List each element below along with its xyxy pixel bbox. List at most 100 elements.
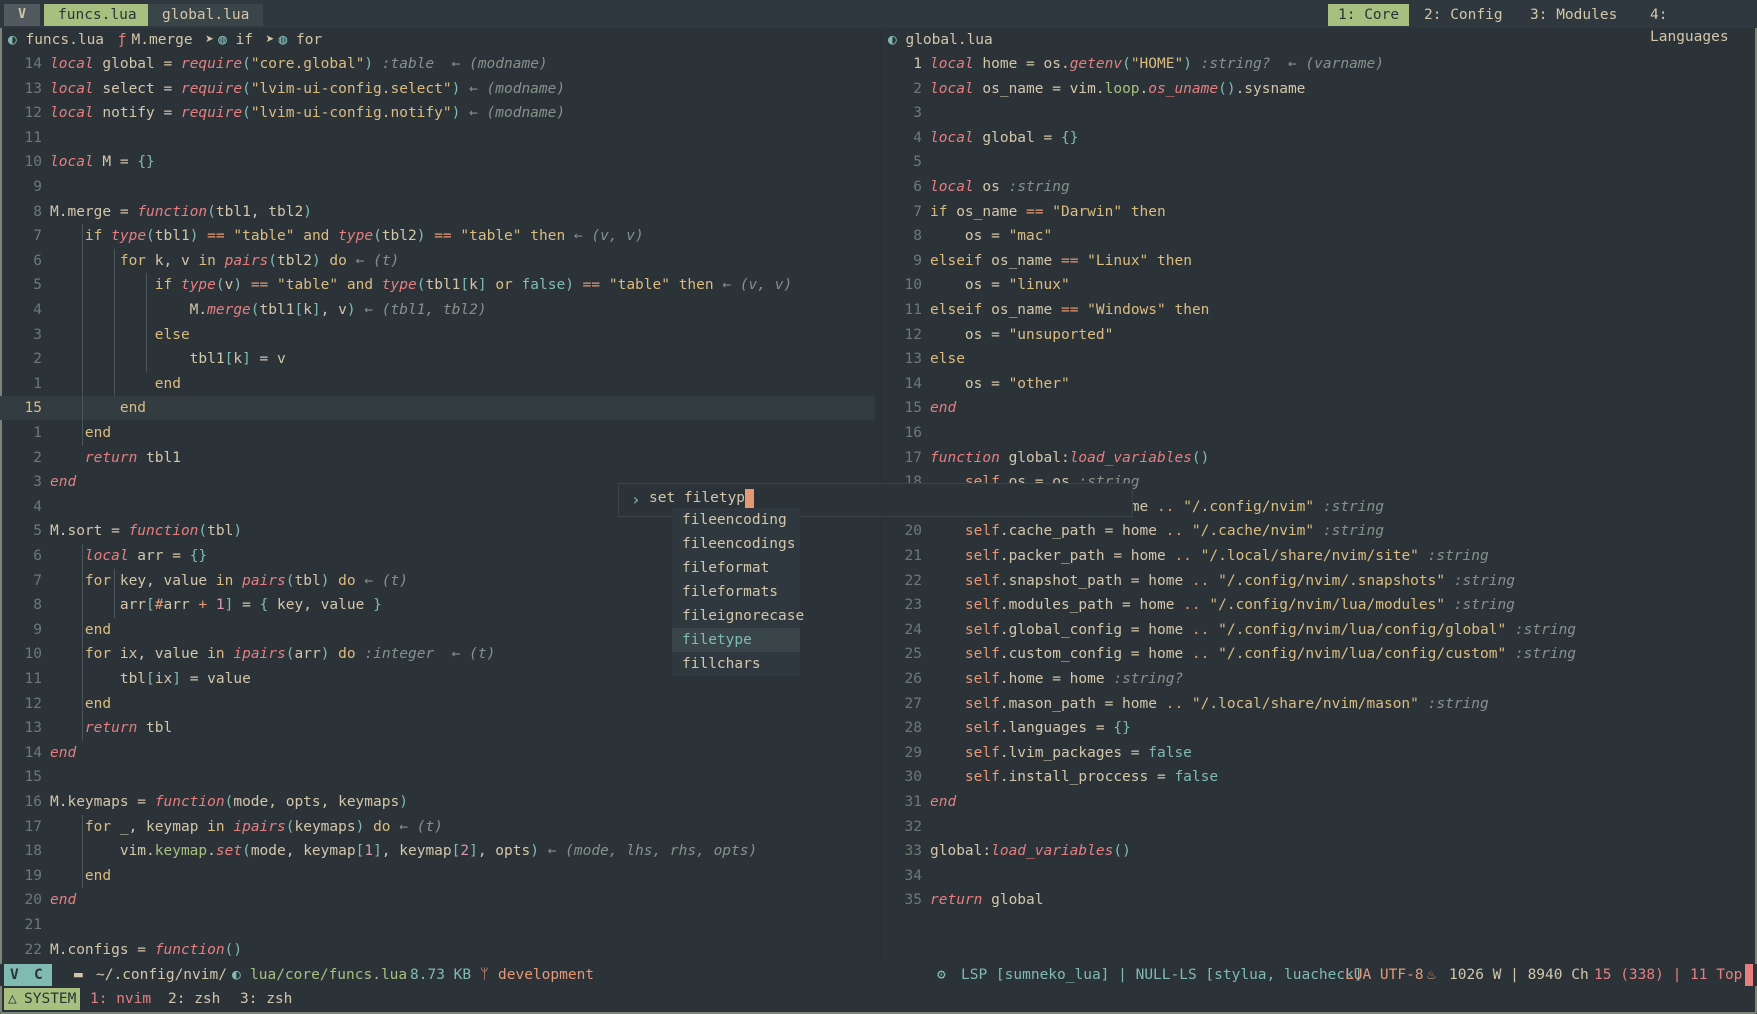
code-line[interactable]: 15 end xyxy=(0,396,875,421)
cmdline-input[interactable]: set filetype xyxy=(649,490,754,506)
line-number: 3 xyxy=(33,326,42,343)
breadcrumb-merge[interactable]: M.merge xyxy=(132,32,193,48)
code-line[interactable]: 5 if type(v) == "table" and type(tbl1[k]… xyxy=(0,273,875,297)
code-line[interactable]: 11 elseif os_name == "Windows" then xyxy=(884,298,1757,322)
line-number: 22 xyxy=(24,941,42,958)
code-line[interactable]: 2 local os_name = vim.loop.os_uname().sys… xyxy=(884,77,1757,101)
code-line[interactable]: 12 local notify = require("lvim-ui-config… xyxy=(0,101,875,125)
code-line[interactable]: 12 os = "unsuported" xyxy=(884,323,1757,347)
code-line[interactable]: 2 tbl1[k] = v xyxy=(0,347,875,371)
code-line[interactable]: 10 os = "linux" xyxy=(884,273,1757,297)
code-line[interactable]: 16 M.keymaps = function(mode, opts, keyma… xyxy=(0,790,875,814)
code-text: end xyxy=(84,425,112,441)
tab-global-lua[interactable]: global.lua xyxy=(148,4,264,26)
right-winbar: ◐ global.lua xyxy=(888,30,993,50)
code-line[interactable]: 1 end xyxy=(0,372,875,396)
code-line[interactable]: 15 end xyxy=(884,396,1757,420)
code-line[interactable]: 1 local home = os.getenv("HOME") :string?… xyxy=(884,52,1757,76)
code-line[interactable]: 4 local global = {} xyxy=(884,126,1757,150)
lua-file-icon: ◐ xyxy=(888,32,897,48)
code-text: self.custom_config = home .. "/.config/n… xyxy=(964,646,1577,663)
completion-item-fileencoding[interactable]: fileencoding xyxy=(682,508,787,532)
code-line[interactable]: 18 vim.keymap.set(mode, keymap[1], keyma… xyxy=(0,839,875,863)
code-line[interactable]: 33 global:load_variables() xyxy=(884,839,1757,863)
code-line[interactable]: 20 end xyxy=(0,888,875,912)
code-line[interactable]: 21 xyxy=(0,913,875,937)
completion-item-filetype[interactable]: filetype xyxy=(672,628,800,652)
completion-item-fillchars[interactable]: fillchars xyxy=(682,652,761,676)
code-line[interactable]: 34 xyxy=(884,864,1757,888)
workspace-languages[interactable]: 4: Languages xyxy=(1640,4,1757,45)
breadcrumb-for[interactable]: for xyxy=(296,32,322,48)
code-line[interactable]: 13 else xyxy=(884,347,1757,371)
code-line[interactable]: 21 self.packer_path = home .. "/.local/s… xyxy=(884,544,1757,568)
code-line[interactable]: 7 if type(tbl1) == "table" and type(tbl2… xyxy=(0,224,875,248)
code-line[interactable]: 30 self.install_proccess = false xyxy=(884,765,1757,789)
code-text: os = "other" xyxy=(930,375,1070,392)
code-line[interactable]: 32 xyxy=(884,815,1757,839)
code-line[interactable]: 7 if os_name == "Darwin" then xyxy=(884,200,1757,224)
code-text: M.keymaps = function(mode, opts, keymaps… xyxy=(50,794,408,810)
code-line[interactable]: 27 self.mason_path = home .. "/.local/sh… xyxy=(884,692,1757,716)
code-line[interactable]: 13 return tbl xyxy=(0,716,875,740)
code-line[interactable]: 14 local global = require("core.global") … xyxy=(0,52,875,76)
code-text: self.home = home :string? xyxy=(964,671,1184,687)
code-line[interactable]: 1 end xyxy=(0,421,875,445)
code-line[interactable]: 9 elseif os_name == "Linux" then xyxy=(884,249,1757,273)
completion-item-fileformats[interactable]: fileformats xyxy=(682,580,778,604)
code-line[interactable]: 15 xyxy=(0,765,875,789)
code-line[interactable]: 22 M.configs = function() xyxy=(0,938,875,962)
code-line[interactable]: 13 local select = require("lvim-ui-config… xyxy=(0,77,875,101)
code-line[interactable]: 6 for k, v in pairs(tbl2) do ← (t) xyxy=(0,249,875,273)
code-line[interactable]: 22 self.snapshot_path = home .. "/.confi… xyxy=(884,569,1757,593)
code-line[interactable]: 25 self.custom_config = home .. "/.confi… xyxy=(884,642,1757,666)
code-line[interactable]: 8 M.merge = function(tbl1, tbl2) xyxy=(0,200,875,224)
line-number: 19 xyxy=(24,867,42,884)
code-line[interactable]: 11 xyxy=(0,126,875,150)
code-line[interactable]: 16 xyxy=(884,421,1757,445)
code-line[interactable]: 17 function global:load_variables() xyxy=(884,446,1757,470)
line-number: 13 xyxy=(904,351,922,368)
code-line[interactable]: 6 local os :string xyxy=(884,175,1757,199)
line-number: 20 xyxy=(904,523,922,540)
line-number: 2 xyxy=(33,449,42,466)
code-line[interactable]: 9 xyxy=(0,175,875,199)
code-text: function global:load_variables() xyxy=(930,449,1210,466)
code-line[interactable]: 19 end xyxy=(0,864,875,888)
code-line[interactable]: 17 for _, keymap in ipairs(keymaps) do ←… xyxy=(0,815,875,839)
tmux-window-nvim[interactable]: 1: nvim xyxy=(90,988,151,1010)
tmux-window-zsh-1[interactable]: 2: zsh xyxy=(168,988,220,1010)
breadcrumb-if[interactable]: if xyxy=(236,32,253,48)
code-line[interactable]: 4 M.merge(tbl1[k], v) ← (tbl1, tbl2) xyxy=(0,298,875,322)
code-line[interactable]: 31 end xyxy=(884,790,1757,814)
code-line[interactable]: 23 self.modules_path = home .. "/.config… xyxy=(884,593,1757,617)
tmux-window-zsh-2[interactable]: 3: zsh xyxy=(240,988,292,1010)
line-number: 8 xyxy=(33,203,42,220)
workspace-core[interactable]: 1: Core xyxy=(1328,4,1410,26)
code-line[interactable]: 3 xyxy=(884,101,1757,125)
code-line[interactable]: 28 self.languages = {} xyxy=(884,716,1757,740)
tmux-session: △ SYSTEM xyxy=(4,988,80,1010)
code-line[interactable]: 14 end xyxy=(0,741,875,765)
code-line[interactable]: 20 self.cache_path = home .. "/.cache/nv… xyxy=(884,519,1757,543)
completion-item-fileformat[interactable]: fileformat xyxy=(682,556,769,580)
code-line[interactable]: 14 os = "other" xyxy=(884,372,1757,396)
completion-item-fileignorecase[interactable]: fileignorecase xyxy=(682,604,804,628)
completion-menu[interactable]: fileencoding fileencodings fileformat filef… xyxy=(672,508,804,676)
code-line[interactable]: 8 os = "mac" xyxy=(884,224,1757,248)
workspace-modules[interactable]: 3: Modules xyxy=(1520,4,1627,26)
code-line[interactable]: 5 xyxy=(884,150,1757,174)
code-line[interactable]: 3 else xyxy=(0,323,875,347)
code-line[interactable]: 10 local M = {} xyxy=(0,150,875,174)
chevron-right-icon: ➤ xyxy=(205,32,215,48)
code-line[interactable]: 35 return global xyxy=(884,888,1757,912)
tab-funcs-lua[interactable]: funcs.lua xyxy=(44,4,151,26)
workspace-config[interactable]: 2: Config xyxy=(1414,4,1513,26)
completion-item-fileencodings[interactable]: fileencodings xyxy=(682,532,796,556)
word-count: 1026 W | 8940 Ch xyxy=(1449,967,1589,983)
code-line[interactable]: 26 self.home = home :string? xyxy=(884,667,1757,691)
code-line[interactable]: 24 self.global_config = home .. "/.confi… xyxy=(884,618,1757,642)
code-line[interactable]: 2 return tbl1 xyxy=(0,446,875,470)
code-line[interactable]: 12 end xyxy=(0,692,875,716)
code-line[interactable]: 29 self.lvim_packages = false xyxy=(884,741,1757,765)
